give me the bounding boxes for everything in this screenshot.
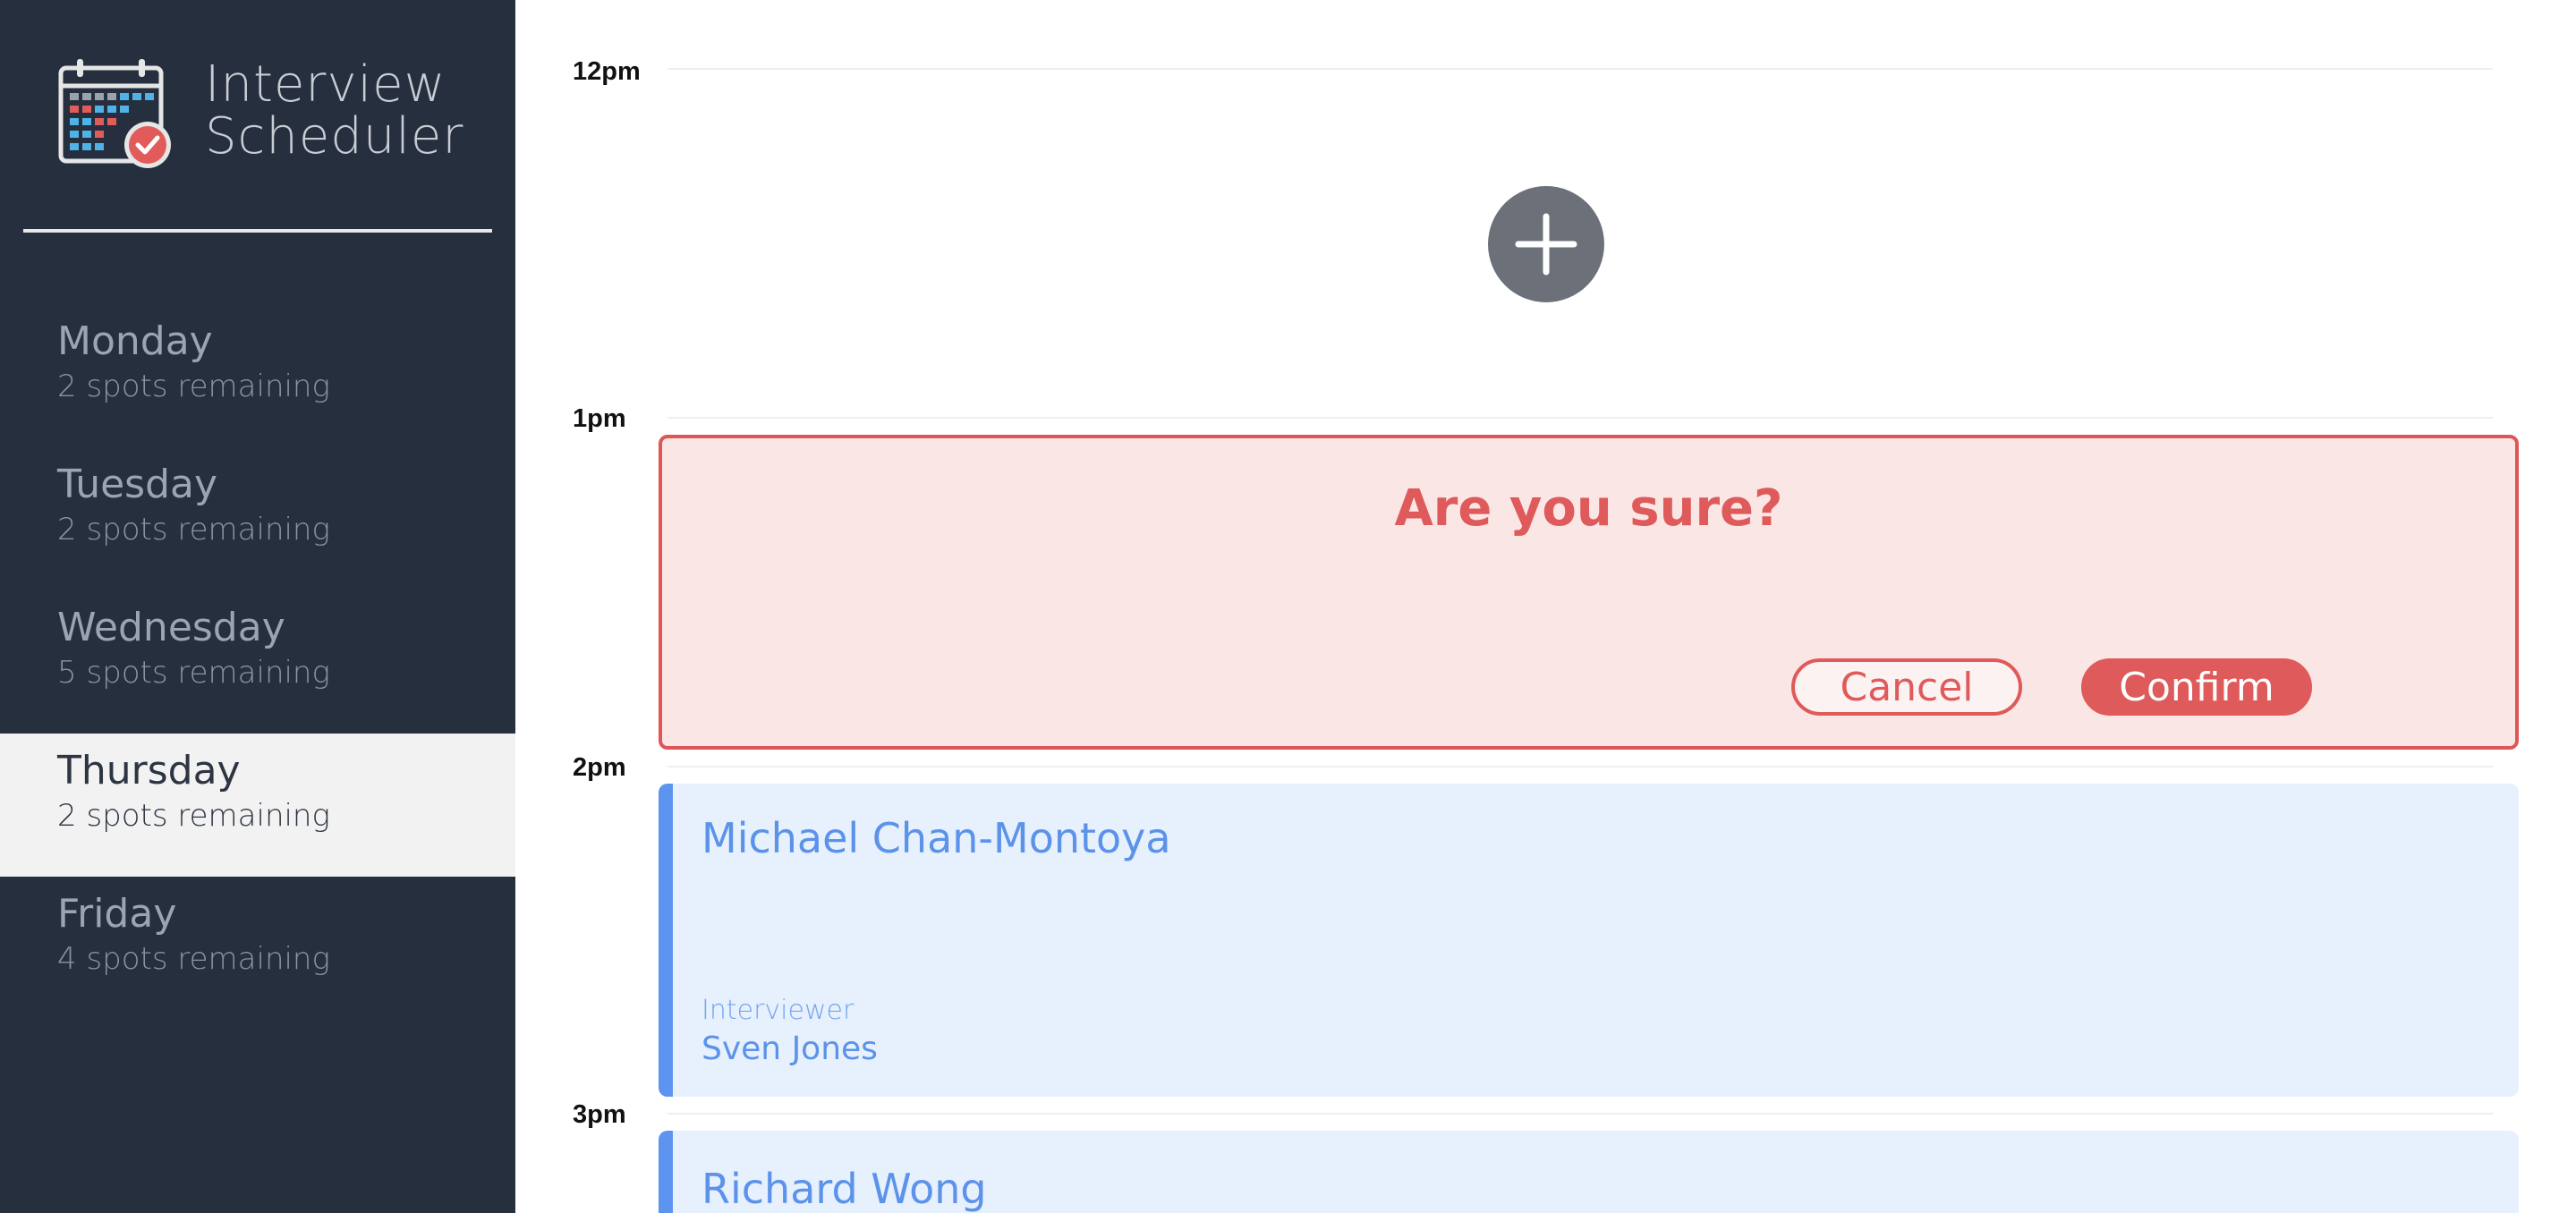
- sidebar-divider: [23, 229, 492, 233]
- sidebar: Interview Scheduler Monday 2 spots remai…: [0, 0, 515, 1213]
- app-title-line1: Interview: [205, 55, 446, 114]
- appointment-interviewer: Sven Jones: [701, 1031, 878, 1067]
- day-name: Friday: [57, 891, 177, 937]
- day-name: Monday: [57, 318, 213, 364]
- day-name: Thursday: [57, 748, 241, 793]
- appointment-card[interactable]: Richard Wong: [659, 1131, 2519, 1213]
- day-item-friday[interactable]: Friday 4 spots remaining: [0, 877, 515, 1020]
- day-spots: 2 spots remaining: [57, 369, 330, 404]
- day-name: Wednesday: [57, 605, 285, 650]
- day-name: Tuesday: [57, 462, 218, 507]
- plus-icon: [1515, 213, 1577, 276]
- confirm-button[interactable]: Confirm: [2081, 658, 2312, 716]
- day-item-thursday[interactable]: Thursday 2 spots remaining: [0, 734, 515, 877]
- day-item-wednesday[interactable]: Wednesday 5 spots remaining: [0, 590, 515, 734]
- time-label-1pm: 1pm: [573, 404, 626, 433]
- day-item-monday[interactable]: Monday 2 spots remaining: [0, 304, 515, 447]
- appointment-student: Michael Chan-Montoya: [701, 814, 1171, 862]
- hour-divider: [667, 1113, 2493, 1115]
- hour-divider: [667, 68, 2493, 70]
- day-spots: 2 spots remaining: [57, 512, 330, 547]
- time-label-2pm: 2pm: [573, 753, 626, 782]
- day-list: Monday 2 spots remaining Tuesday 2 spots…: [0, 304, 515, 1020]
- hour-divider: [667, 766, 2493, 768]
- appointment-student: Richard Wong: [701, 1165, 987, 1213]
- day-spots: 4 spots remaining: [57, 941, 330, 977]
- confirm-message: Are you sure?: [1394, 479, 1783, 538]
- appointment-card[interactable]: Michael Chan-Montoya Interviewer Sven Jo…: [659, 784, 2519, 1097]
- day-spots: 5 spots remaining: [57, 655, 330, 691]
- schedule: 12pm 1pm Are you sure? Cancel Confirm 2p…: [515, 0, 2576, 1213]
- time-label-3pm: 3pm: [573, 1100, 626, 1129]
- app-title: Interview Scheduler: [205, 59, 463, 163]
- appointment-interviewer-label: Interviewer: [701, 995, 854, 1026]
- time-label-12pm: 12pm: [573, 57, 641, 86]
- calendar-check-icon: [58, 59, 171, 168]
- day-item-tuesday[interactable]: Tuesday 2 spots remaining: [0, 447, 515, 590]
- hour-divider: [667, 417, 2493, 419]
- delete-confirmation: Are you sure? Cancel Confirm: [659, 435, 2519, 750]
- add-appointment-button[interactable]: [1488, 186, 1604, 302]
- cancel-button[interactable]: Cancel: [1791, 658, 2022, 716]
- app-title-line2: Scheduler: [205, 107, 464, 165]
- day-spots: 2 spots remaining: [57, 798, 330, 834]
